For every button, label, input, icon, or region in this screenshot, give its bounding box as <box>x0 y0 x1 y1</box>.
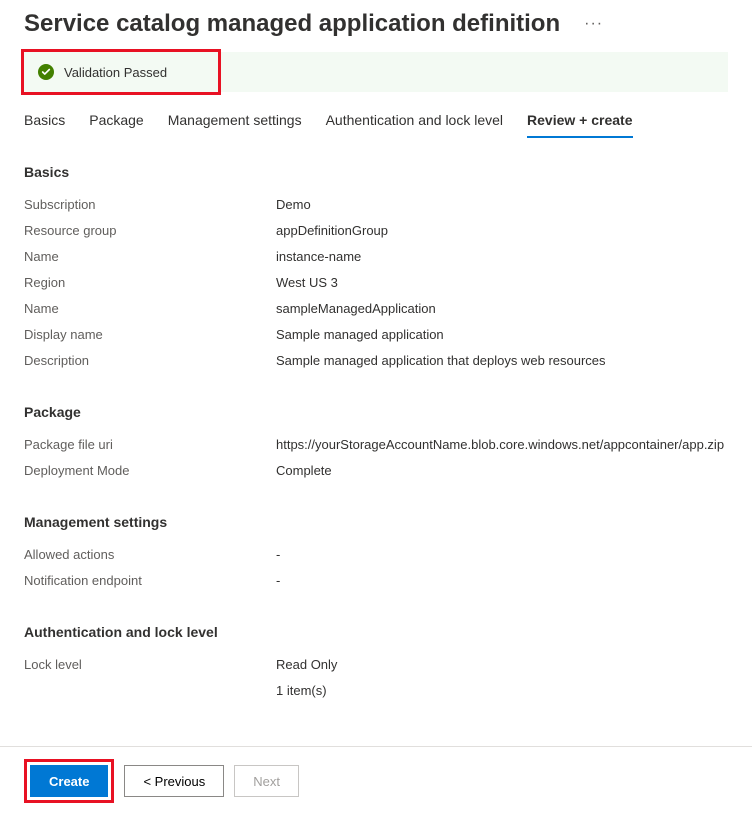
summary-row: 1 item(s) <box>24 678 728 704</box>
wizard-footer: Create < Previous Next <box>0 746 752 815</box>
summary-row: Display nameSample managed application <box>24 322 728 348</box>
row-value: https://yourStorageAccountName.blob.core… <box>276 435 724 455</box>
summary-row: Notification endpoint- <box>24 568 728 594</box>
row-value: West US 3 <box>276 273 338 293</box>
row-value: Complete <box>276 461 332 481</box>
row-value: appDefinitionGroup <box>276 221 388 241</box>
row-value: Demo <box>276 195 311 215</box>
row-label: Name <box>24 247 276 267</box>
summary-row: Resource groupappDefinitionGroup <box>24 218 728 244</box>
summary-row: NamesampleManagedApplication <box>24 296 728 322</box>
review-content: Basics SubscriptionDemo Resource groupap… <box>0 164 752 746</box>
page-title: Service catalog managed application defi… <box>24 10 560 38</box>
check-circle-icon <box>38 64 54 80</box>
row-label: Deployment Mode <box>24 461 276 481</box>
highlight-annotation: Create <box>24 759 114 803</box>
validation-message: Validation Passed <box>64 65 167 80</box>
row-label: Display name <box>24 325 276 345</box>
summary-row: DescriptionSample managed application th… <box>24 348 728 374</box>
row-label: Lock level <box>24 655 276 675</box>
row-value: - <box>276 571 280 591</box>
section-title-auth: Authentication and lock level <box>24 624 728 640</box>
row-value: instance-name <box>276 247 361 267</box>
row-label: Resource group <box>24 221 276 241</box>
row-label: Name <box>24 299 276 319</box>
summary-row: RegionWest US 3 <box>24 270 728 296</box>
create-button[interactable]: Create <box>30 765 108 797</box>
more-button[interactable]: ··· <box>584 15 603 33</box>
row-value: sampleManagedApplication <box>276 299 436 319</box>
row-value: Sample managed application <box>276 325 444 345</box>
section-title-management: Management settings <box>24 514 728 530</box>
row-value: 1 item(s) <box>276 681 327 701</box>
summary-row: Allowed actions- <box>24 542 728 568</box>
tab-authentication[interactable]: Authentication and lock level <box>326 106 503 138</box>
row-label: Description <box>24 351 276 371</box>
section-package: Package Package file urihttps://yourStor… <box>24 404 728 484</box>
section-management: Management settings Allowed actions- Not… <box>24 514 728 594</box>
summary-row: Lock levelRead Only <box>24 652 728 678</box>
summary-row: Nameinstance-name <box>24 244 728 270</box>
row-label: Notification endpoint <box>24 571 276 591</box>
row-label <box>24 681 276 701</box>
section-auth: Authentication and lock level Lock level… <box>24 624 728 704</box>
row-label: Package file uri <box>24 435 276 455</box>
tab-package[interactable]: Package <box>89 106 143 138</box>
tab-basics[interactable]: Basics <box>24 106 65 138</box>
row-value: Sample managed application that deploys … <box>276 351 606 371</box>
row-label: Region <box>24 273 276 293</box>
row-value: - <box>276 545 280 565</box>
summary-row: Package file urihttps://yourStorageAccou… <box>24 432 728 458</box>
tab-management-settings[interactable]: Management settings <box>168 106 302 138</box>
summary-row: SubscriptionDemo <box>24 192 728 218</box>
row-label: Subscription <box>24 195 276 215</box>
tab-review-create[interactable]: Review + create <box>527 106 632 138</box>
page-header: Service catalog managed application defi… <box>0 0 752 42</box>
section-title-basics: Basics <box>24 164 728 180</box>
row-label: Allowed actions <box>24 545 276 565</box>
next-button: Next <box>234 765 299 797</box>
wizard-tabs: Basics Package Management settings Authe… <box>0 106 752 138</box>
section-title-package: Package <box>24 404 728 420</box>
summary-row: Deployment ModeComplete <box>24 458 728 484</box>
section-basics: Basics SubscriptionDemo Resource groupap… <box>24 164 728 374</box>
validation-banner: Validation Passed <box>24 52 728 92</box>
previous-button[interactable]: < Previous <box>124 765 224 797</box>
row-value: Read Only <box>276 655 337 675</box>
